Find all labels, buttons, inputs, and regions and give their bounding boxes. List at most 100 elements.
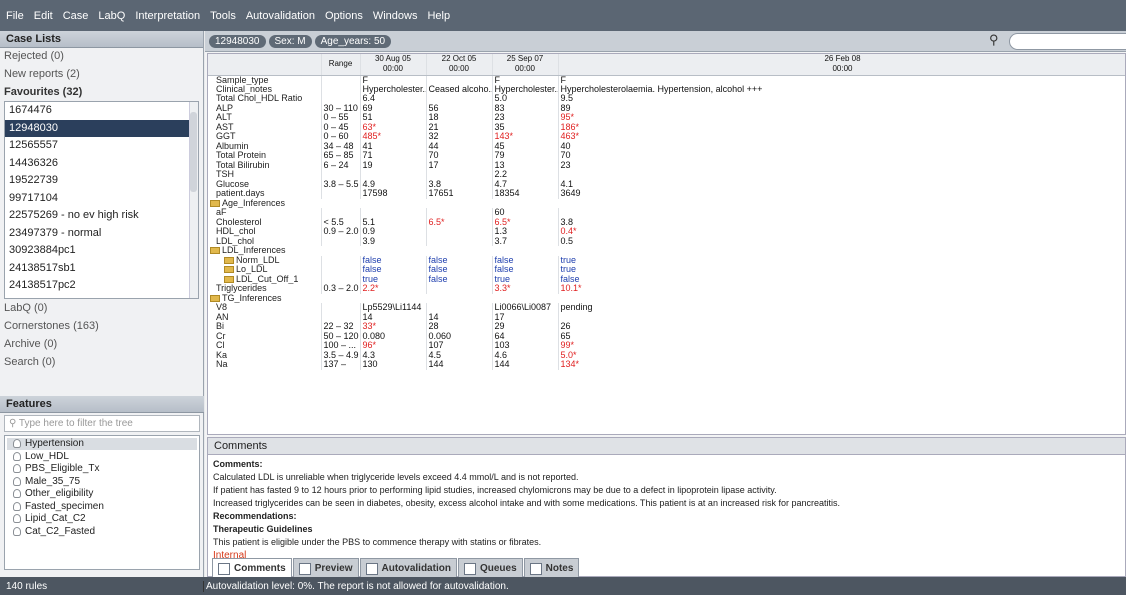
tab-notes[interactable]: Notes	[523, 558, 580, 578]
table-row[interactable]: GGT 0 – 60 485* 32 143* 463*	[208, 132, 1125, 142]
feature-filter-input[interactable]: ⚲ Type here to filter the tree	[4, 415, 200, 432]
table-row[interactable]: Total Bilirubin 6 – 24 19 17 13 23	[208, 160, 1125, 170]
comments-text[interactable]: Comments: Calculated LDL is unreliable w…	[208, 455, 1125, 565]
case-item[interactable]: 22575269 - no ev high risk	[5, 207, 198, 225]
range-cell: 0.3 – 2.0	[321, 284, 361, 294]
case-list-link[interactable]: Cornerstones (163)	[0, 318, 204, 336]
test-name-label: Clinical_notes	[216, 84, 273, 94]
tab-autovalidation[interactable]: Autovalidation	[359, 558, 457, 578]
case-item[interactable]: 24138517pc2	[5, 277, 198, 295]
case-list-link[interactable]: Favourites (32)	[0, 84, 203, 102]
case-list-link[interactable]: Archive (0)	[0, 336, 204, 354]
date-column-header[interactable]: 30 Aug 05 00:00	[360, 54, 427, 76]
test-name: Clinical_notes	[208, 84, 322, 94]
table-row[interactable]: Bi 22 – 32 33* 28 29 26	[208, 322, 1125, 332]
table-row[interactable]: ALP 30 – 110 69 56 83 89	[208, 103, 1125, 113]
table-row[interactable]: HDL_chol 0.9 – 2.0 0.9 1.3 0.4*	[208, 227, 1125, 237]
table-row[interactable]: LDL_Inferences	[208, 246, 1125, 256]
case-lists-header: Case Lists	[0, 31, 203, 48]
table-row[interactable]: Na 137 –130 144 144 134*	[208, 360, 1125, 370]
feature-item[interactable]: Lipid_Cat_C2	[7, 513, 197, 525]
table-row[interactable]: Ka 3.5 – 4.9 4.3 4.5 4.6 5.0*	[208, 350, 1125, 360]
table-row[interactable]: Total Protein 65 – 85 71 70 79 70	[208, 151, 1125, 161]
menu-interpretation[interactable]: Interpretation	[135, 10, 200, 22]
table-row[interactable]: LDL_Cut_Off_1 true false true false	[208, 274, 1125, 284]
case-list-link[interactable]: LabQ (0)	[0, 300, 204, 318]
table-row[interactable]: Lo_LDL false false false true	[208, 265, 1125, 275]
table-row[interactable]: Total Chol_HDL Ratio 6.4 5.0 9.5	[208, 94, 1125, 104]
table-row[interactable]: Triglycerides 0.3 – 2.0 2.2* 3.3* 10.1*	[208, 284, 1125, 294]
case-item[interactable]: 14436326	[5, 155, 198, 173]
table-row[interactable]: Cr 50 – 120 0.080 0.060 64 65	[208, 331, 1125, 341]
feature-label: Hypertension	[25, 438, 84, 450]
case-list-scrollbar[interactable]	[189, 102, 198, 298]
result-cell: true	[360, 274, 427, 284]
tab-comments[interactable]: Comments	[212, 558, 292, 578]
results-table[interactable]: Range 30 Aug 05 00:00 22 Oct 05 00:00 25 Sep …	[207, 53, 1126, 435]
case-item[interactable]: 24138517sb1	[5, 260, 198, 278]
test-name: patient.days	[208, 189, 322, 199]
search-input[interactable]	[1009, 33, 1126, 50]
case-list-link[interactable]: New reports (2)	[0, 66, 203, 84]
menu-edit[interactable]: Edit	[34, 10, 53, 22]
table-row[interactable]: patient.days 17598 17651 18354 3649	[208, 189, 1125, 199]
feature-item[interactable]: PBS_Eligible_Tx	[7, 463, 197, 475]
table-row[interactable]: aF 60	[208, 208, 1125, 218]
result-cell: 96*	[360, 341, 427, 351]
test-name-label: V8	[216, 303, 228, 313]
table-row[interactable]: Sample_type F F F	[208, 75, 1125, 85]
table-row[interactable]: LDL_chol 3.9 3.7 0.5	[208, 236, 1125, 246]
case-item[interactable]: 99717104	[5, 190, 198, 208]
comments-header: Comments	[208, 438, 1125, 455]
feature-item[interactable]: Fasted_specimen	[7, 501, 197, 513]
date-column-header[interactable]: 26 Feb 08 00:00	[558, 54, 1125, 76]
menu-help[interactable]: Help	[427, 10, 450, 22]
autovalidation-icon	[365, 562, 378, 575]
result-cell: false	[558, 274, 1125, 284]
result-cell: 130	[360, 360, 427, 370]
feature-item[interactable]: Cat_C2_Fasted	[7, 526, 197, 538]
tab-preview[interactable]: Preview	[292, 558, 359, 578]
table-row[interactable]: Albumin 34 – 48 41 44 45 40	[208, 141, 1125, 151]
feature-item[interactable]: Hypertension	[7, 438, 197, 450]
table-row[interactable]: Age_Inferences	[208, 198, 1125, 208]
menu-file[interactable]: File	[6, 10, 24, 22]
menu-options[interactable]: Options	[325, 10, 363, 22]
case-item[interactable]: 12948030	[5, 119, 198, 137]
table-row[interactable]: Cl 100 – ... 96* 107 103 99*	[208, 341, 1125, 351]
search-icon[interactable]: ⚲	[989, 32, 999, 48]
test-name-label: LDL_Cut_Off_1	[236, 274, 299, 284]
feature-item[interactable]: Male_35_75	[7, 476, 197, 488]
case-item[interactable]: 24138517pc3	[5, 295, 198, 299]
menu-autovalidation[interactable]: Autovalidation	[246, 10, 315, 22]
case-item[interactable]: 23497379 - normal	[5, 225, 198, 243]
menu-tools[interactable]: Tools	[210, 10, 236, 22]
table-row[interactable]: Clinical_notes Hypercholester... Ceased al…	[208, 84, 1125, 94]
case-list-link[interactable]: Rejected (0)	[0, 48, 203, 66]
case-list[interactable]: 1674476 12948030 12565557 14436326 19522739 9…	[4, 101, 199, 299]
table-row[interactable]: Norm_LDL false false false true	[208, 255, 1125, 265]
date-column-header[interactable]: 22 Oct 05 00:00	[426, 54, 493, 76]
case-item[interactable]: 19522739	[5, 172, 198, 190]
table-row[interactable]: AN 14 14 17	[208, 312, 1125, 322]
menu-labq[interactable]: LabQ	[98, 10, 125, 22]
table-row[interactable]: ALT 0 – 55 51 18 23 95*	[208, 113, 1125, 123]
menu-windows[interactable]: Windows	[373, 10, 418, 22]
result-cell	[426, 236, 493, 246]
feature-item[interactable]: Low_HDL	[7, 451, 197, 463]
menu-case[interactable]: Case	[63, 10, 89, 22]
table-row[interactable]: Cholesterol < 5.5 5.1 6.5* 6.5* 3.8	[208, 217, 1125, 227]
case-item[interactable]: 1674476	[5, 102, 198, 120]
date-column-header[interactable]: 25 Sep 07 00:00	[492, 54, 559, 76]
case-list-link[interactable]: Search (0)	[0, 354, 204, 372]
table-row[interactable]: V8 Lp5529\Li1144 Li0066\Li0087 pending	[208, 303, 1125, 313]
feature-item[interactable]: Other_eligibility	[7, 488, 197, 500]
table-row[interactable]: Glucose 3.8 – 5.5 4.9 3.8 4.7 4.1	[208, 179, 1125, 189]
table-row[interactable]: TSH 2.2	[208, 170, 1125, 180]
case-item[interactable]: 12565557	[5, 137, 198, 155]
table-row[interactable]: AST 0 – 45 63* 21 35 186*	[208, 122, 1125, 132]
tab-queues[interactable]: Queues	[457, 558, 523, 578]
table-row[interactable]: TG_Inferences	[208, 293, 1125, 303]
features-tree[interactable]: Hypertension Low_HDL PBS_Eligible_Tx Male_3…	[4, 435, 200, 570]
case-item[interactable]: 30923884pc1	[5, 242, 198, 260]
